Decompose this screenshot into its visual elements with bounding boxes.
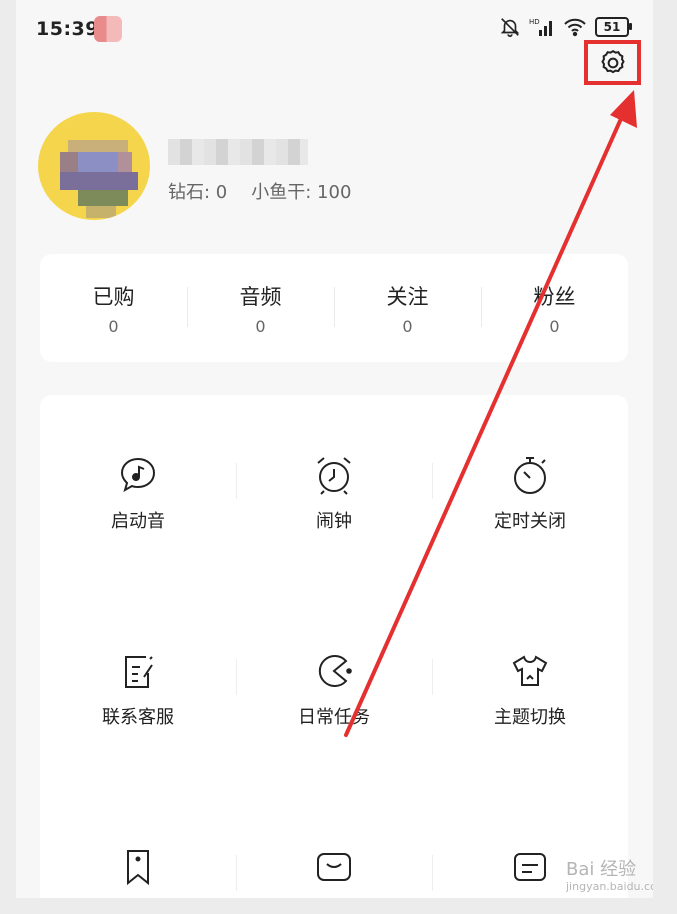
stat-value: 0 [549, 316, 560, 336]
feature-daily-tasks[interactable]: 日常任务 [236, 649, 432, 729]
feature-alarm[interactable]: 闹钟 [236, 453, 432, 533]
feature-customer-service[interactable]: 联系客服 [40, 649, 236, 729]
hd-signal-icon: HD [529, 18, 552, 36]
fish-balance: 小鱼干: 100 [251, 182, 352, 203]
pacman-icon [318, 655, 352, 687]
feature-label: 定时关闭 [494, 511, 566, 532]
watermark-url: jingyan.baidu.com [566, 880, 653, 893]
stat-following[interactable]: 关注 0 [334, 281, 481, 336]
tshirt-icon [512, 655, 548, 686]
stats-card: 已购 0 音频 0 关注 0 粉丝 0 [40, 254, 628, 362]
watermark: Bai 经验 [566, 859, 637, 880]
stat-audio[interactable]: 音频 0 [187, 281, 334, 336]
music-bubble-icon [120, 457, 156, 493]
feature-messages[interactable] [236, 845, 432, 889]
feature-theme-switch[interactable]: 主题切换 [432, 649, 628, 729]
stat-label: 粉丝 [533, 284, 576, 309]
feature-label: 联系客服 [102, 707, 174, 728]
stat-value: 0 [108, 316, 119, 336]
feature-label: 启动音 [111, 511, 165, 532]
stat-value: 0 [402, 316, 413, 336]
stat-label: 关注 [386, 284, 429, 309]
mute-bell-icon [500, 18, 520, 37]
feature-startup-sound[interactable]: 启动音 [40, 453, 236, 533]
diamond-balance: 钻石: 0 [168, 182, 228, 203]
avatar[interactable] [38, 112, 150, 220]
stopwatch-icon [514, 457, 546, 494]
wifi-icon [564, 18, 586, 37]
app-screen: 15:39 HD 51 钻石: 0 小鱼干: 100 已购 0 音频 0 关注 … [16, 0, 653, 898]
edit-note-icon [125, 656, 153, 688]
feature-sleep-timer[interactable]: 定时关闭 [432, 453, 628, 533]
status-icons: HD 51 [499, 16, 632, 38]
stat-value: 0 [255, 316, 266, 336]
stat-fans[interactable]: 粉丝 0 [481, 281, 628, 336]
battery-indicator: 51 [595, 17, 632, 37]
mail-icon [317, 853, 351, 881]
feature-label: 日常任务 [298, 707, 370, 728]
stat-purchased[interactable]: 已购 0 [40, 281, 187, 336]
stat-label: 已购 [92, 284, 135, 309]
svg-text:HD: HD [529, 18, 540, 26]
feature-grid: 启动音 闹钟 定时关闭 联系客服 日常任务 主题切换 [40, 395, 628, 898]
username [168, 139, 308, 165]
alarm-clock-icon [317, 457, 351, 495]
feature-bookmark[interactable] [40, 845, 236, 889]
feature-label: 闹钟 [316, 511, 352, 532]
share-icon [514, 853, 546, 881]
status-time: 15:39 [36, 18, 99, 40]
gear-icon[interactable] [598, 48, 628, 78]
stat-label: 音频 [239, 284, 282, 309]
bottom-strip [0, 898, 677, 914]
bookmark-icon [127, 850, 149, 886]
currency-balance: 钻石: 0 小鱼干: 100 [168, 178, 375, 204]
feature-label: 主题切换 [494, 707, 566, 728]
notification-app-icon [94, 16, 122, 42]
